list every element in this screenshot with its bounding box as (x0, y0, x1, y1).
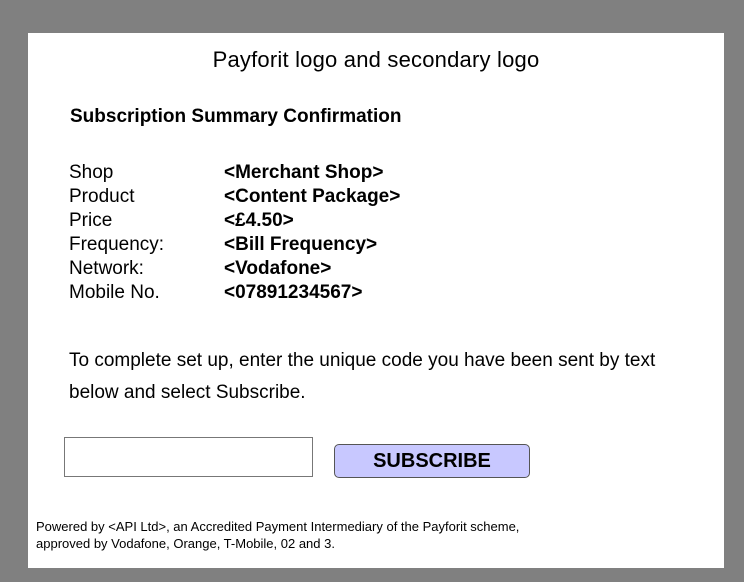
subscribe-button[interactable]: SUBSCRIBE (334, 444, 530, 478)
shop-value: <Merchant Shop> (224, 162, 384, 183)
footer-disclaimer: Powered by <API Ltd>, an Accredited Paym… (36, 518, 716, 552)
setup-instructions: To complete set up, enter the unique cod… (69, 350, 656, 403)
frequency-value: <Bill Frequency> (224, 234, 378, 255)
mobile-number-row: Mobile No. <07891234567> (69, 281, 400, 305)
frequency-label: Frequency: (69, 234, 165, 255)
unique-code-input[interactable] (64, 437, 313, 477)
network-label: Network: (69, 258, 144, 279)
frequency-row: Frequency: <Bill Frequency> (69, 233, 400, 257)
shop-row: Shop <Merchant Shop> (69, 161, 400, 185)
shop-label: Shop (69, 162, 114, 183)
network-value: <Vodafone> (224, 258, 332, 279)
price-value: <£4.50> (224, 210, 294, 231)
price-label: Price (69, 210, 113, 231)
network-row: Network: <Vodafone> (69, 257, 400, 281)
price-row: Price <£4.50> (69, 209, 400, 233)
product-value: <Content Package> (224, 186, 401, 207)
summary-title: Subscription Summary Confirmation (70, 106, 402, 127)
product-row: Product <Content Package> (69, 185, 400, 209)
mobile-number-label: Mobile No. (69, 282, 160, 303)
logo-placeholder-text: Payforit logo and secondary logo (212, 47, 540, 72)
payment-panel: Payforit logo and secondary logo Subscri… (28, 33, 724, 568)
subscription-details: Shop <Merchant Shop> Product <Content Pa… (69, 161, 400, 305)
mobile-number-value: <07891234567> (224, 282, 363, 303)
footer-line-2: approved by Vodafone, Orange, T-Mobile, … (36, 536, 335, 551)
footer-line-1: Powered by <API Ltd>, an Accredited Paym… (36, 519, 520, 534)
product-label: Product (69, 186, 135, 207)
